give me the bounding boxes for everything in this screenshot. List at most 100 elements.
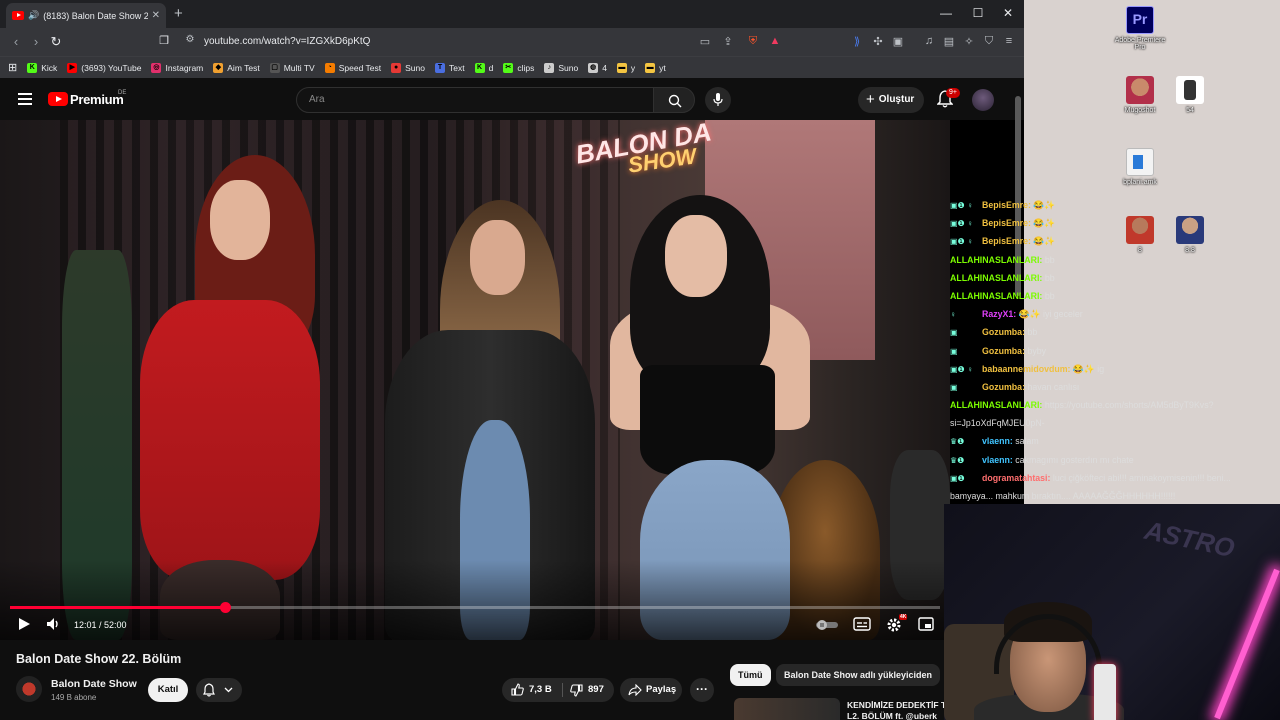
apps-grid-icon[interactable]: ⊞ <box>8 61 17 74</box>
chat-text: 😂✨ <box>1033 200 1056 210</box>
bookmark-item[interactable]: ♪ Suno <box>544 62 578 73</box>
desktop-icon-label: 54 <box>1186 107 1194 114</box>
chat-username[interactable]: Gozumba: <box>982 382 1025 392</box>
recommendation-title[interactable]: KENDİMİZE DEDEKTİF T L2. BÖLÜM ft. @uber… <box>847 700 947 720</box>
like-separator <box>562 683 563 697</box>
bookmark-item[interactable]: ▬ yt <box>645 62 666 73</box>
chat-username[interactable]: Gozumba: <box>982 346 1025 356</box>
brave-rewards-icon[interactable]: ▲ <box>768 35 782 47</box>
reload-icon[interactable]: ↻ <box>48 34 64 50</box>
chat-username[interactable]: vlaenn: <box>982 455 1013 465</box>
filter-chip-uploader[interactable]: Balon Date Show adlı yükleyiciden <box>776 664 941 686</box>
bookmark-item[interactable]: ● Suno <box>391 62 425 73</box>
miniplayer-icon[interactable] <box>918 617 934 631</box>
chat-username[interactable]: ALLAHINASLANLARI: <box>950 273 1042 283</box>
chevron-down-icon <box>224 687 233 693</box>
like-icon[interactable] <box>511 683 524 696</box>
brave-shield-icon[interactable]: ⛨ <box>746 35 760 48</box>
chat-message: ♀ RazyX1: 😂✨ iyi geceler <box>950 305 1280 323</box>
bookmark-item[interactable]: ▬ y <box>616 62 635 73</box>
suno-icon: ● <box>391 62 402 73</box>
desktop-icon-bplani[interactable]: bplani.amk <box>1110 148 1170 186</box>
chat-message: ALLAHINASLANLARI: https://youtube.com/sh… <box>950 396 1280 414</box>
progress-bar[interactable] <box>10 602 940 613</box>
channel-name[interactable]: Balon Date Show <box>51 678 137 690</box>
vpn-icon[interactable]: ⛉ <box>982 35 996 48</box>
cast-icon[interactable]: ▭ <box>698 35 712 48</box>
bookmark-item[interactable]: ◆ Aim Test <box>213 62 260 73</box>
subtitles-icon[interactable] <box>853 617 871 631</box>
bookmark-item[interactable]: ▢ Multi TV <box>269 62 315 73</box>
play-icon[interactable] <box>17 617 31 631</box>
filter-chip-all[interactable]: Tümü <box>730 664 771 686</box>
chat-message: ▣ Gozumba: byby <box>950 342 1280 360</box>
new-tab-button[interactable]: + <box>174 5 183 22</box>
tab-youtube[interactable]: 🔊 (8183) Balon Date Show 22. B ✕ <box>6 3 166 28</box>
bookmark-item[interactable]: T Text <box>434 62 465 73</box>
desktop-icon-54[interactable]: 54 <box>1160 76 1220 114</box>
chat-username[interactable]: ALLAHINASLANLARI: <box>950 400 1042 410</box>
volume-icon[interactable] <box>46 617 62 631</box>
bookmark-label: yt <box>659 62 666 73</box>
screen: 🔊 (8183) Balon Date Show 22. B ✕ + — ☐ ✕… <box>0 0 1280 720</box>
desktop-icon-premiere-pro[interactable]: Pr Adobe Premiere Pro <box>1110 6 1170 51</box>
leo-ai-icon[interactable]: ✧ <box>962 35 976 48</box>
hamburger-menu-icon[interactable] <box>18 93 32 105</box>
chat-username[interactable]: BepisEmre: <box>982 236 1031 246</box>
video-player[interactable]: BALON DA SHOW 12:01 / 52:00 4K <box>0 120 950 640</box>
tab-close-icon[interactable]: ✕ <box>152 10 160 21</box>
extension-translate-icon[interactable]: ⟫ <box>850 35 864 48</box>
chat-username[interactable]: babaannemidovdum: <box>982 364 1070 374</box>
chat-username[interactable]: ALLAHINASLANLARI: <box>950 255 1042 265</box>
youtube-logo-icon[interactable] <box>48 92 68 106</box>
search-input[interactable]: Ara <box>296 87 654 113</box>
bookmark-item[interactable]: ✂ clips <box>503 62 534 73</box>
sidebar-icon[interactable]: ▣ <box>891 35 905 48</box>
more-actions-button[interactable]: ··· <box>690 678 714 702</box>
url-field[interactable]: youtube.com/watch?v=IZGXkD6pKtQ <box>204 36 370 47</box>
close-window-button[interactable]: ✕ <box>1000 6 1016 20</box>
desktop-icon-label: Adobe Premiere Pro <box>1114 37 1166 51</box>
forward-icon[interactable]: › <box>28 34 44 49</box>
wallet-icon[interactable]: ▤ <box>942 35 956 48</box>
chat-username[interactable]: vlaenn: <box>982 436 1013 446</box>
bookmark-item[interactable]: ◎ Instagram <box>151 62 203 73</box>
media-icon[interactable]: ♫ <box>922 35 936 47</box>
channel-avatar[interactable] <box>16 676 42 702</box>
like-count[interactable]: 7,3 B <box>529 684 552 695</box>
account-avatar[interactable] <box>972 89 994 111</box>
bookmark-icon[interactable]: ❐ <box>156 34 172 47</box>
chat-badge-icons: ▣❶ ♀ <box>950 237 973 247</box>
bookmark-item[interactable]: K Kick <box>27 62 57 73</box>
bookmark-item[interactable]: Kd <box>474 62 493 73</box>
voice-search-button[interactable] <box>705 87 731 113</box>
youtube-premium-logo[interactable]: Premium <box>70 92 124 107</box>
chat-username[interactable]: BepisEmre: <box>982 200 1031 210</box>
sound-playing-icon[interactable]: 🔊 <box>28 10 39 21</box>
share-button[interactable]: Paylaş <box>620 678 682 702</box>
back-icon[interactable]: ‹ <box>8 34 24 49</box>
search-button[interactable] <box>653 87 695 113</box>
create-button[interactable]: + Oluştur <box>858 87 925 113</box>
dislike-icon[interactable] <box>570 684 583 697</box>
share-icon[interactable]: ⇪ <box>721 35 735 48</box>
site-info-icon[interactable]: ⚙ <box>182 34 198 45</box>
subscription-notification-button[interactable] <box>196 678 242 702</box>
minimize-button[interactable]: — <box>938 6 954 20</box>
join-button[interactable]: Katıl <box>148 678 188 702</box>
autoplay-toggle-icon[interactable] <box>816 620 838 630</box>
extensions-icon[interactable]: ✣ <box>871 35 885 48</box>
chat-username[interactable]: RazyX1: <box>982 309 1016 319</box>
chat-username[interactable]: ALLAHINASLANLARI: <box>950 291 1042 301</box>
menu-icon[interactable]: ≡ <box>1002 35 1016 47</box>
bookmark-item[interactable]: ▶ (3693) YouTube <box>67 62 141 73</box>
recommendation-thumbnail[interactable] <box>734 698 840 720</box>
progress-scrubber[interactable] <box>219 602 231 613</box>
chat-username[interactable]: dogramatahtasi: <box>982 473 1050 483</box>
chat-username[interactable]: BepisEmre: <box>982 218 1031 228</box>
dislike-count[interactable]: 897 <box>588 684 604 695</box>
bookmark-item[interactable]: ◔ Speed Test <box>324 62 381 73</box>
chat-username[interactable]: Gozumba: <box>982 327 1025 337</box>
maximize-button[interactable]: ☐ <box>970 6 986 20</box>
bookmark-item[interactable]: ◍ 4 <box>588 62 607 73</box>
